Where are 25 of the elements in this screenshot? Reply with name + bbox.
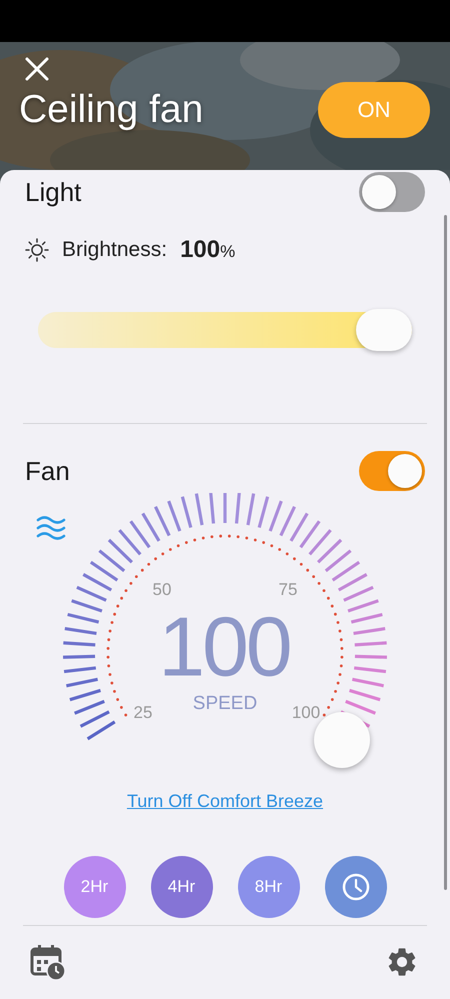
scale-label: 50	[152, 580, 172, 600]
power-button[interactable]: ON	[318, 82, 430, 138]
wind-icon[interactable]	[36, 515, 66, 541]
timer-button[interactable]: 4Hr	[150, 856, 212, 918]
calendar-clock-icon[interactable]	[30, 944, 66, 980]
section-title: Fan	[25, 456, 70, 486]
scale-label: 25	[134, 703, 152, 723]
scale-label: 100	[292, 703, 320, 723]
comfort-breeze-link[interactable]: Turn Off Comfort Breeze	[126, 791, 324, 812]
slider-thumb[interactable]	[356, 309, 412, 351]
speed-label: SPEED	[192, 693, 258, 715]
speed-value: 100	[158, 598, 290, 696]
timer-button[interactable]: 2Hr	[64, 856, 126, 918]
clock-icon	[340, 872, 370, 902]
toggle-switch[interactable]	[359, 451, 425, 491]
section-title: Light	[25, 176, 82, 208]
timer-button[interactable]: 8Hr	[238, 856, 300, 918]
brightness-value: 100%	[180, 236, 236, 264]
brightness-label: Brightness:	[62, 238, 168, 262]
toggle-switch[interactable]	[359, 172, 425, 212]
close-icon[interactable]	[24, 56, 50, 82]
sun-icon	[25, 238, 49, 262]
scale-label: 75	[278, 580, 298, 600]
brightness-slider[interactable]	[38, 312, 412, 348]
device-title: Ceiling fan	[19, 88, 204, 132]
